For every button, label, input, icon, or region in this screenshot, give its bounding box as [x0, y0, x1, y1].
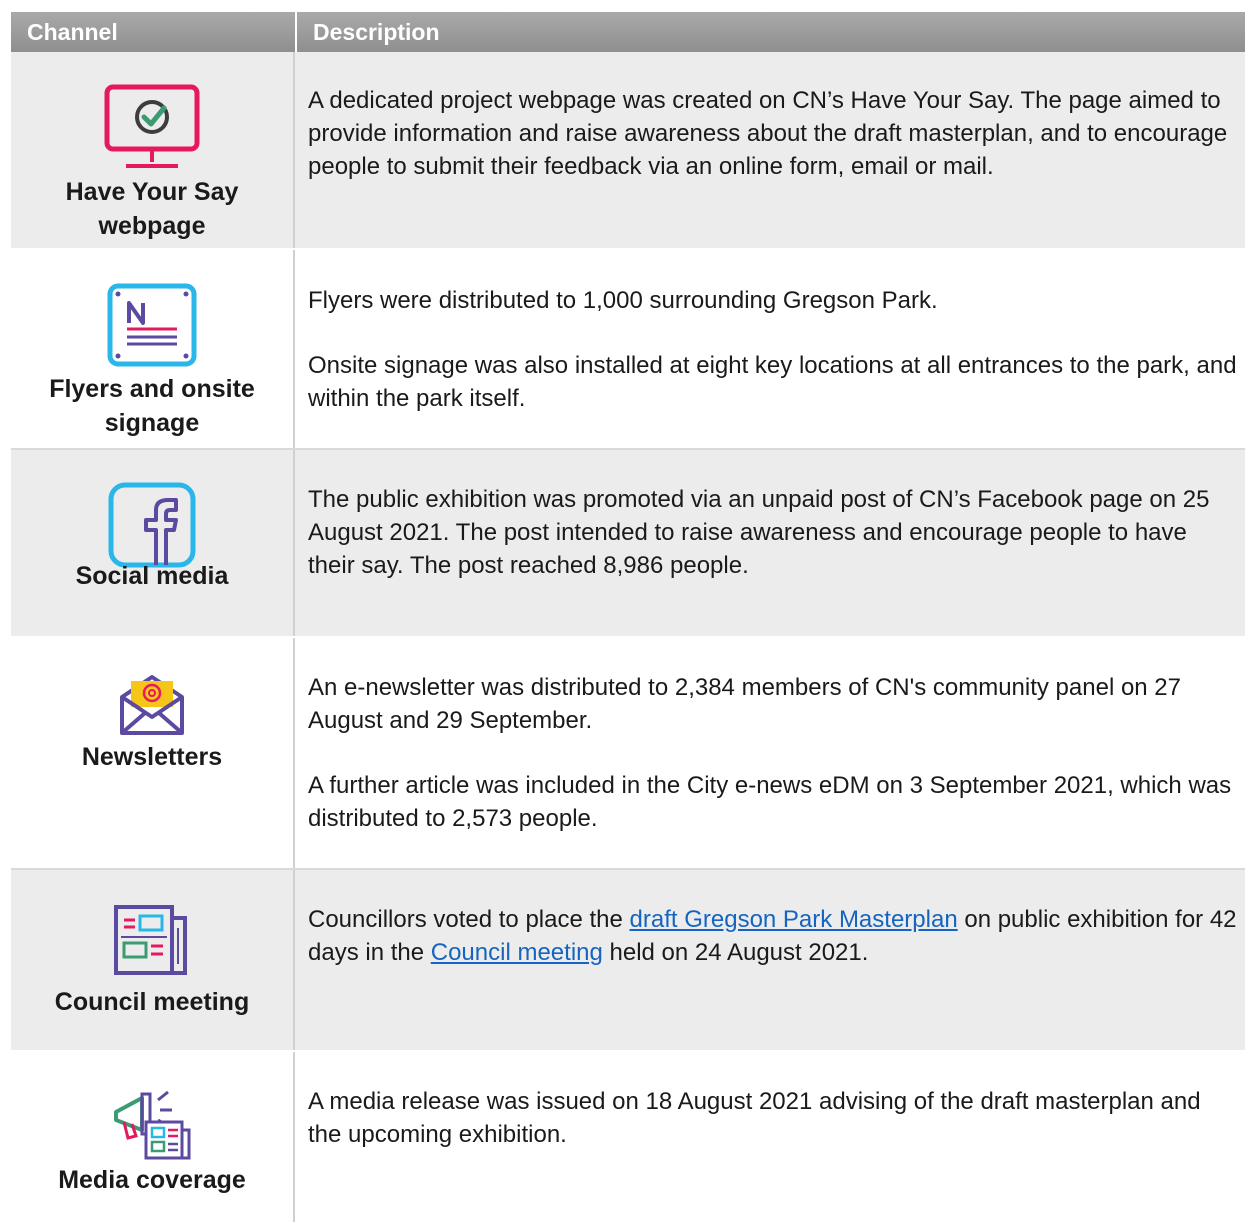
description-cell: Flyers were distributed to 1,000 surroun… — [295, 250, 1245, 448]
channel-name: Council meeting — [54, 988, 250, 1016]
channel-cell: Media coverage — [11, 1052, 295, 1222]
description-column-header: Description — [295, 12, 1245, 52]
description-text: A dedicated project webpage was created … — [308, 87, 1228, 180]
monitor-checkmark-icon — [104, 84, 200, 177]
channel-name: Social media — [75, 562, 229, 590]
masterplan-link[interactable]: draft Gregson Park Masterplan — [630, 906, 958, 933]
table-row: Social media The public exhibition was p… — [11, 450, 1245, 638]
table-row: Flyers and onsite signage Flyers were di… — [11, 250, 1245, 450]
description-text: Flyers were distributed to 1,000 surroun… — [308, 287, 938, 314]
description-cell: The public exhibition was promoted via a… — [295, 450, 1245, 636]
description-text-part: held on 24 August 2021. — [602, 939, 869, 966]
flyer-sign-icon — [107, 283, 197, 372]
channel-name: Flyers and onsite signage — [49, 375, 255, 437]
channel-cell: Have Your Say webpage — [11, 52, 295, 248]
description-cell: An e-newsletter was distributed to 2,384… — [295, 638, 1245, 868]
description-text: A media release was issued on 18 August … — [308, 1088, 1201, 1148]
description-text: A further article was included in the Ci… — [308, 772, 1232, 832]
channel-name: Media coverage — [58, 1166, 246, 1194]
channel-name: Have Your Say webpage — [65, 178, 239, 240]
table-row: Council meeting Councillors voted to pla… — [11, 870, 1245, 1052]
description-text: Councillors voted to place the draft Gre… — [308, 903, 1237, 969]
envelope-at-icon — [117, 671, 187, 742]
channel-name: Newsletters — [81, 743, 223, 771]
channel-column-header: Channel — [27, 19, 118, 45]
channel-cell: Newsletters — [11, 638, 295, 868]
description-text: An e-newsletter was distributed to 2,384… — [308, 674, 1181, 734]
newspaper-icon — [113, 904, 191, 981]
table-header: Channel Description — [11, 12, 1245, 52]
channel-cell: Council meeting — [11, 870, 295, 1050]
description-cell: A media release was issued on 18 August … — [295, 1052, 1245, 1222]
table-row: Media coverage A media release was issue… — [11, 1052, 1245, 1222]
table-row: Have Your Say webpage A dedicated projec… — [11, 52, 1245, 250]
description-cell: Councillors voted to place the draft Gre… — [295, 870, 1245, 1050]
channel-cell: Flyers and onsite signage — [11, 250, 295, 448]
council-meeting-link[interactable]: Council meeting — [431, 939, 603, 966]
description-text: Onsite signage was also installed at eig… — [308, 352, 1237, 412]
channels-table: Channel Description Have Your Say webpag… — [11, 12, 1245, 1222]
channel-cell: Social media — [11, 450, 295, 636]
description-text-part: Councillors voted to place the — [308, 906, 630, 933]
megaphone-newspaper-icon — [112, 1084, 192, 1167]
description-cell: A dedicated project webpage was created … — [295, 52, 1245, 248]
description-text: The public exhibition was promoted via a… — [308, 486, 1210, 579]
table-row: Newsletters An e-newsletter was distribu… — [11, 638, 1245, 870]
